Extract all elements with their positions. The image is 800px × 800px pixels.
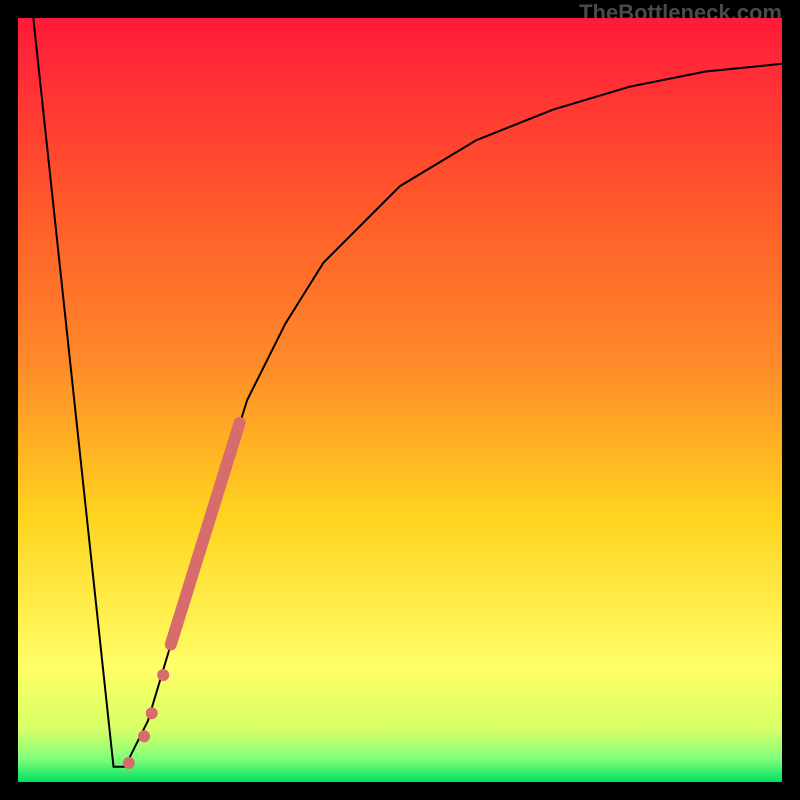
marker-dot (138, 730, 150, 742)
marker-dot (157, 669, 169, 681)
chart-container: TheBottleneck.com (0, 0, 800, 800)
gradient-background (18, 18, 782, 782)
chart-svg (18, 18, 782, 782)
marker-dot (123, 757, 135, 769)
marker-dot (146, 707, 158, 719)
